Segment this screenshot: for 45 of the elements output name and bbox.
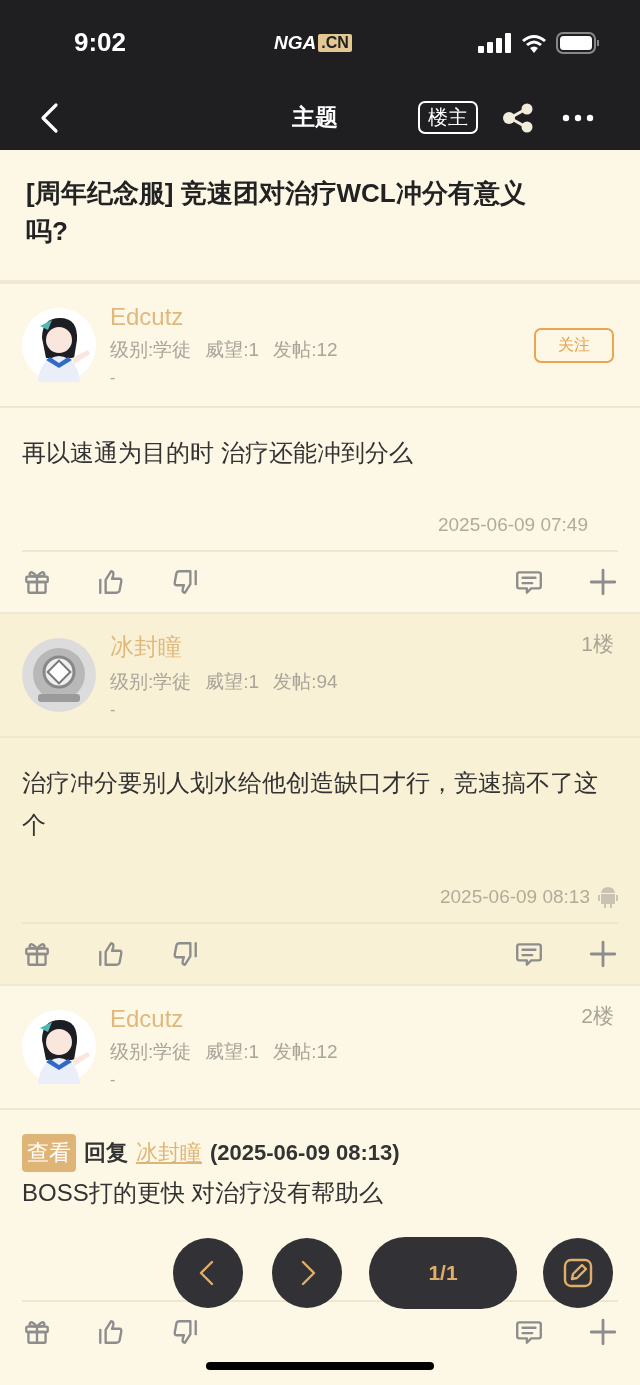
more-icon[interactable] (562, 112, 594, 123)
author-name[interactable]: Edcutz (110, 1005, 184, 1033)
reply-label: 回复 (84, 1139, 128, 1167)
post-text: 再以速通为目的时 治疗还能冲到分么 (22, 438, 414, 468)
user-stat: 级别:学徒 (110, 670, 192, 694)
plus-icon[interactable] (588, 939, 618, 969)
floor-number: 1楼 (581, 631, 614, 657)
avatar-icon[interactable] (22, 308, 96, 382)
signature: - (110, 701, 116, 719)
logo-suffix: .CN (318, 33, 352, 52)
wifi-icon (520, 32, 548, 53)
user-link[interactable]: 冰封瞳 (136, 1134, 202, 1172)
signature: - (110, 369, 116, 387)
user-stat: 威望:1 (205, 338, 260, 362)
user-stat: 发帖:12 (273, 338, 338, 362)
page-title: 主题 (292, 103, 338, 132)
author-name[interactable]: Edcutz (110, 303, 184, 331)
user-stat: 发帖:12 (273, 1040, 338, 1064)
thread-title: [周年纪念服] 竞速团对治疗WCL冲分有意义吗? (0, 150, 640, 282)
plus-icon[interactable] (588, 567, 618, 597)
post-time: 2025-06-09 08:13 (440, 886, 590, 908)
post-text: 治疗冲分要别人划水给他创造缺口才行，竞速搞不了这个 (22, 768, 599, 840)
android-icon (598, 886, 618, 908)
user-stat: 级别:学徒 (110, 1040, 192, 1064)
user-stat: 发帖:94 (273, 670, 338, 694)
share-icon[interactable] (502, 102, 534, 133)
author-name[interactable]: 冰封瞳 (110, 631, 182, 663)
plus-icon[interactable] (588, 1317, 618, 1347)
user-stat: 威望:1 (205, 670, 260, 694)
signature: - (110, 1071, 116, 1089)
avatar-icon[interactable] (22, 1010, 96, 1084)
post-text: BOSS打的更快 对治疗没有帮助么 (22, 1178, 385, 1208)
user-stat: 威望:1 (205, 1040, 260, 1064)
logo-text: NGA (274, 31, 317, 54)
post-time: 2025-06-09 07:49 (438, 514, 588, 536)
user-stat: 级别:学徒 (110, 338, 192, 362)
clock: 9:02 (74, 27, 128, 58)
floor-number: 2楼 (581, 1003, 614, 1029)
page-indicator[interactable]: 1/1 (369, 1237, 517, 1309)
view-tag[interactable]: 查看 (22, 1134, 76, 1172)
op-filter-button[interactable]: 楼主 (418, 101, 478, 134)
battery-icon (556, 31, 600, 54)
follow-button[interactable]: 关注 (534, 327, 614, 363)
signal-icon (478, 32, 512, 53)
reply-time: (2025-06-09 08:13) (210, 1139, 400, 1167)
